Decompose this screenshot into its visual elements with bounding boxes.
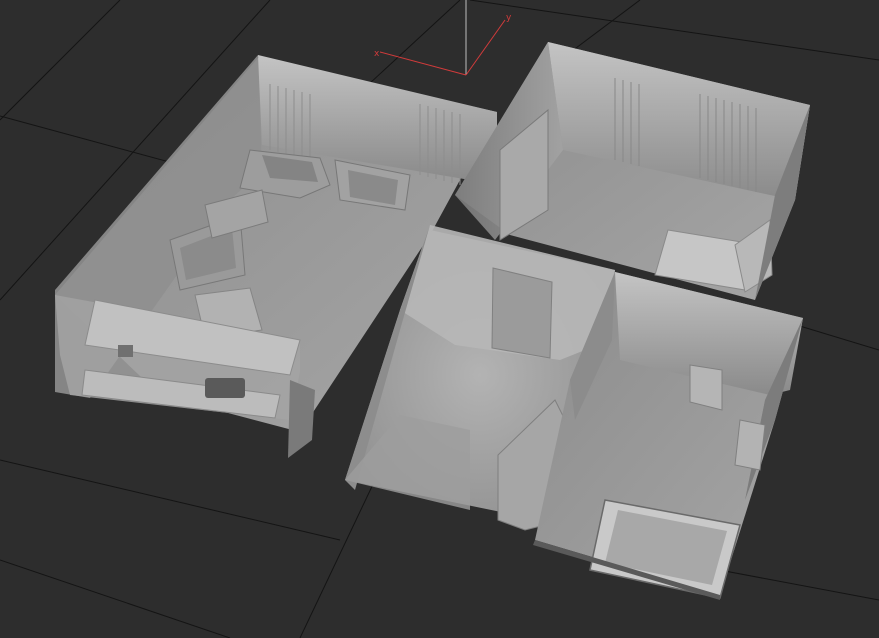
living-room-side-wall — [288, 380, 315, 458]
axis-gizmo-icon[interactable]: x y — [374, 0, 512, 76]
gizmo-x-label: x — [374, 49, 380, 59]
apartment-model[interactable] — [55, 42, 810, 600]
viewport-canvas[interactable]: x y — [0, 0, 879, 638]
bathroom-sink — [734, 419, 766, 471]
kitchen-appliance — [118, 345, 133, 357]
gizmo-y-label: y — [506, 13, 512, 23]
kitchen-sink — [205, 378, 245, 398]
hallway-door-frame — [491, 267, 553, 359]
bathroom-cabinet — [689, 364, 723, 411]
3d-viewport[interactable]: x y — [0, 0, 879, 638]
